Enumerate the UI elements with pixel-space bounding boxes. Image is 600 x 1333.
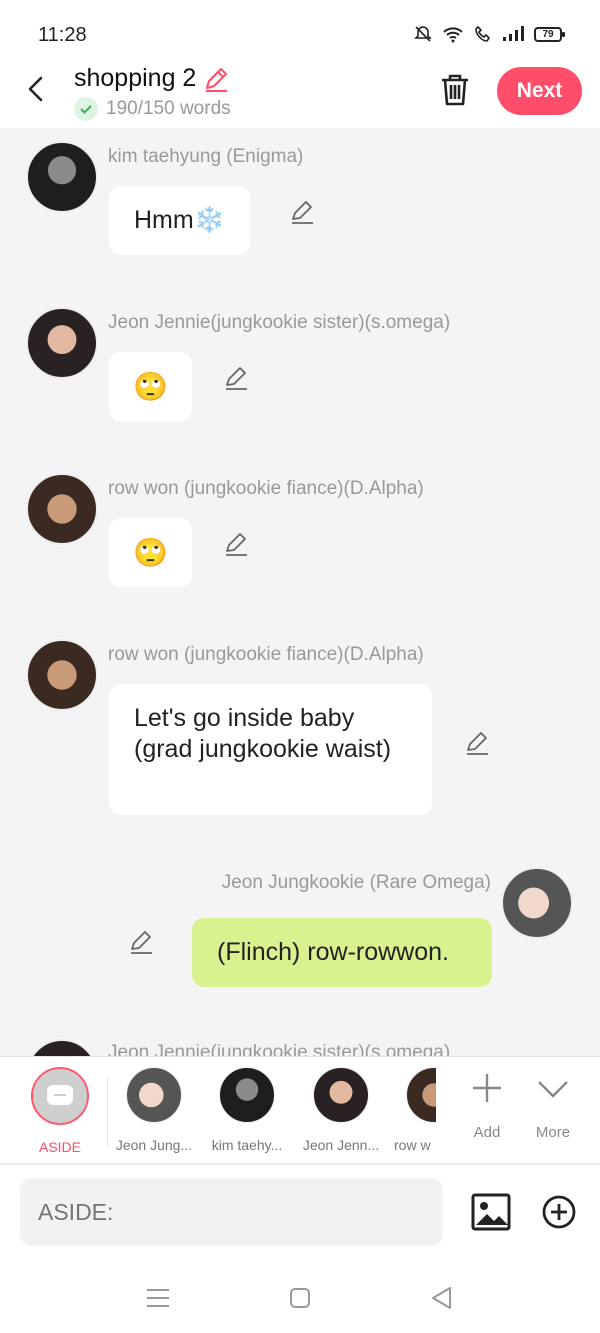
header: shopping 2 190/150 words Next: [0, 62, 600, 128]
sender-name: Jeon Jennie(jungkookie sister)(s.omega): [108, 1042, 451, 1056]
page-title[interactable]: shopping 2: [74, 64, 196, 93]
character-item[interactable]: Jeon Jenn...: [296, 1067, 386, 1153]
message-input[interactable]: [20, 1178, 443, 1246]
edit-icon[interactable]: [289, 199, 315, 225]
message-text: (Flinch) row-rowwon.: [217, 938, 449, 966]
sender-name: row won (jungkookie fiance)(D.Alpha): [108, 644, 424, 665]
message-text: Let's go inside baby (grad jungkookie wa…: [134, 704, 392, 763]
avatar: [313, 1067, 369, 1123]
add-character-button[interactable]: Add: [457, 1071, 517, 1141]
back-triangle-icon[interactable]: [428, 1284, 456, 1312]
character-item[interactable]: kim taehy...: [202, 1067, 292, 1153]
character-bar: ASIDE Jeon Jung... kim taehy... Jeon Jen…: [0, 1056, 600, 1164]
check-icon: [74, 97, 98, 121]
status-bar: 11:28 79: [0, 0, 600, 62]
character-label: row w: [394, 1137, 431, 1153]
chat-area[interactable]: kim taehyung (Enigma) Hmm❄️ Jeon Jennie(…: [0, 128, 600, 1056]
message-text: 🙄: [133, 371, 168, 402]
home-icon[interactable]: [286, 1284, 314, 1312]
more-button[interactable]: More: [523, 1071, 583, 1141]
mute-bell-icon: [414, 26, 432, 42]
chevron-down-icon: [538, 1081, 568, 1098]
message-bubble[interactable]: (Flinch) row-rowwon.: [192, 918, 492, 987]
add-label: Add: [473, 1124, 501, 1141]
avatar: [406, 1067, 436, 1123]
character-label: kim taehy...: [211, 1137, 283, 1153]
add-circle-icon[interactable]: [541, 1194, 577, 1230]
signal-icon: [503, 26, 524, 41]
back-button[interactable]: [22, 74, 52, 104]
edit-icon[interactable]: [128, 929, 154, 955]
avatar[interactable]: [26, 639, 98, 711]
message-bubble[interactable]: 🙄: [109, 352, 192, 421]
system-nav-bar: [0, 1260, 600, 1333]
avatar[interactable]: [26, 473, 98, 545]
divider: [107, 1077, 108, 1147]
avatar: [126, 1067, 182, 1123]
sender-name: kim taehyung (Enigma): [108, 146, 304, 167]
character-aside[interactable]: ASIDE: [15, 1067, 105, 1155]
battery-icon: 79: [534, 26, 565, 42]
character-item[interactable]: Jeon Jung...: [109, 1067, 199, 1153]
rename-pencil-icon[interactable]: [202, 65, 230, 93]
message-bubble[interactable]: 🙄: [109, 518, 192, 587]
call-icon: [475, 25, 491, 42]
plus-icon: [473, 1074, 501, 1102]
avatar[interactable]: [26, 1039, 98, 1056]
edit-icon[interactable]: [223, 365, 249, 391]
image-icon[interactable]: [471, 1193, 511, 1231]
more-label: More: [535, 1124, 571, 1141]
message-text: Hmm: [134, 206, 194, 234]
character-label: Jeon Jenn...: [302, 1137, 380, 1153]
message-bubble[interactable]: Let's go inside baby (grad jungkookie wa…: [109, 684, 432, 815]
avatar[interactable]: [501, 867, 573, 939]
status-icons: 79: [414, 25, 565, 43]
character-label: Jeon Jung...: [115, 1137, 193, 1153]
edit-icon[interactable]: [223, 531, 249, 557]
avatar[interactable]: [26, 141, 98, 213]
character-label: ASIDE: [38, 1139, 81, 1155]
menu-icon[interactable]: [144, 1284, 172, 1312]
wifi-icon: [443, 27, 463, 43]
sender-name: Jeon Jungkookie (Rare Omega): [221, 872, 491, 893]
aside-icon: [31, 1067, 89, 1125]
snowflake-emoji: ❄️: [193, 206, 225, 234]
avatar: [219, 1067, 275, 1123]
edit-icon[interactable]: [464, 730, 490, 756]
title-area: shopping 2 190/150 words: [74, 64, 231, 121]
status-time: 11:28: [38, 24, 87, 46]
next-button[interactable]: Next: [497, 67, 582, 115]
sender-name: Jeon Jennie(jungkookie sister)(s.omega): [108, 312, 451, 333]
input-row: [0, 1165, 600, 1260]
character-item[interactable]: row w: [390, 1067, 436, 1153]
sender-name: row won (jungkookie fiance)(D.Alpha): [108, 478, 424, 499]
avatar[interactable]: [26, 307, 98, 379]
word-count: 190/150 words: [106, 98, 231, 119]
message-bubble[interactable]: Hmm❄️: [109, 186, 250, 255]
message-text: 🙄: [133, 537, 168, 568]
trash-icon[interactable]: [440, 74, 470, 106]
